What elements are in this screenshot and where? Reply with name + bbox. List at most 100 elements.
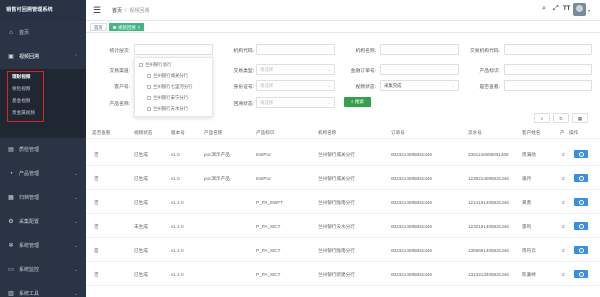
submenu-item-wealth-video[interactable]: 理财视频 <box>12 74 30 80</box>
sidebar: 销售可回溯管理系统 ⌂ 首页 ▣ 视频回溯 ⌃ 理财视频 保险视频 基金视频 贵… <box>0 0 86 297</box>
id-type-label: 身份证号: <box>233 85 254 90</box>
chevron-down-icon: ⌄ <box>73 195 78 201</box>
product-code-label: 产品标识: <box>479 69 500 74</box>
view-button[interactable] <box>574 270 588 278</box>
trade-type-select[interactable]: 请选择 ⌄ <box>256 64 335 75</box>
column-header: 版本号 <box>171 130 185 135</box>
sidebar-item-video[interactable]: ▣ 视频回溯 ⌃ <box>0 45 86 69</box>
sidebar-item-label: 采集配置 <box>19 219 40 225</box>
table-cell: 已生成 <box>134 200 148 205</box>
search-button-label: 搜索 <box>354 99 365 104</box>
checkbox-icon[interactable] <box>147 84 151 89</box>
sidebar-item-archive[interactable]: ▦ 归档管理 ⌄ <box>0 186 86 210</box>
order-no-input[interactable] <box>380 64 459 75</box>
breadcrumb-current: 视频回溯 <box>129 8 150 14</box>
submenu-item-fund-video[interactable]: 基金视频 <box>12 98 30 104</box>
top-navbar: ☰ 首页 / 视频回溯 ⌕ ⤢ TT ▾ <box>86 0 600 21</box>
product-code-input[interactable] <box>504 64 592 75</box>
submenu-item-insurance-video[interactable]: 保险视频 <box>12 86 30 92</box>
view-button[interactable] <box>574 198 588 206</box>
avatar[interactable] <box>573 3 586 16</box>
breadcrumb-separator: / <box>125 8 127 14</box>
sidebar-item-product[interactable]: ◔ 产品管理 ⌄ <box>0 162 86 186</box>
config-icon: ⚙ <box>8 219 14 225</box>
checkbox-icon[interactable] <box>147 95 151 100</box>
dropdown-item[interactable]: 兰州银行七里河分行 <box>147 84 193 90</box>
sidebar-item-system[interactable]: ✲ 系统管理 ⌄ <box>0 234 86 258</box>
dropdown-item[interactable]: 兰州银行天水分行 <box>147 106 188 112</box>
dropdown-item-label: 兰州银行安宁分行 <box>153 95 189 100</box>
table-cell: 2 <box>562 272 565 277</box>
checkbox-icon[interactable] <box>147 106 151 111</box>
trace-status-label: 回溯状态: <box>233 102 254 107</box>
client-no-label: 客户号: <box>114 85 130 90</box>
main-content: ☰ 首页 / 视频回溯 ⌕ ⤢ TT ▾ 首页 视频回溯 × 统计层次: 机构代码: … <box>86 0 600 297</box>
sidebar-item-tools[interactable]: ▥ 系统工具 ⌄ <box>0 282 86 297</box>
breadcrumb: 首页 / 视频回溯 <box>112 7 149 14</box>
refresh-button[interactable]: ↻ <box>553 113 569 123</box>
row-divider <box>86 213 600 214</box>
table-cell: P_PA_EWFT <box>256 200 283 205</box>
tag-video-trace[interactable]: 视频回溯 × <box>109 23 145 31</box>
review-label: 是否查看: <box>479 85 500 90</box>
dropdown-item-label: 兰州银行天水分行 <box>153 106 189 111</box>
table-cell: 雷鸣 <box>522 224 532 229</box>
dropdown-item-label: 兰州银行总行 <box>145 62 172 67</box>
view-button[interactable] <box>574 222 588 230</box>
row-divider <box>86 165 600 166</box>
fullscreen-icon[interactable]: ⤢ <box>553 5 559 13</box>
view-button[interactable] <box>574 174 588 182</box>
org-name-input[interactable] <box>380 44 459 55</box>
view-button[interactable] <box>574 246 588 254</box>
search-icon[interactable]: ⌕ <box>542 5 546 13</box>
close-icon[interactable]: × <box>138 25 141 30</box>
tag-home[interactable]: 首页 <box>90 23 107 31</box>
video-status-select[interactable]: 采集完成 ⌄ <box>380 80 459 91</box>
select-placeholder: 请选择 <box>260 100 274 105</box>
chevron-down-icon: ⌄ <box>73 291 78 297</box>
caret-down-icon[interactable]: ▾ <box>588 8 590 13</box>
table-cell: 周符云 <box>522 248 536 253</box>
checkbox-icon[interactable] <box>147 73 151 78</box>
trace-status-select[interactable]: 请选择 ⌄ <box>256 97 335 108</box>
table-cell: 否 <box>94 152 99 157</box>
checkbox-icon[interactable] <box>139 62 143 67</box>
column-header: 机构名称 <box>318 130 337 135</box>
search-button[interactable]: ⌕ 搜索 <box>344 97 371 107</box>
table-cell: 0023214085831346 <box>391 272 432 277</box>
dropdown-item-label: 兰州银行城关分行 <box>153 73 189 78</box>
submenu-item-metal-video[interactable]: 贵金属视频 <box>12 110 35 116</box>
table-cell: 0023214085831346 <box>391 248 432 253</box>
sidebar-item-quality[interactable]: ▤ 质检管理 <box>0 138 86 162</box>
table-cell: 已生成 <box>134 152 148 157</box>
org-code-input[interactable] <box>256 44 335 55</box>
column-header: 产品标识 <box>256 130 275 135</box>
sidebar-item-monitor[interactable]: ▭ 系统监控 ⌄ <box>0 258 86 282</box>
video-submenu: 理财视频 保险视频 基金视频 贵金属视频 <box>0 69 86 138</box>
dropdown-item-label: 兰州银行七里河分行 <box>153 84 193 89</box>
columns-button[interactable]: ▦ <box>572 113 588 123</box>
sidebar-item-home[interactable]: ⌂ 首页 <box>0 21 86 45</box>
stats-org-select[interactable] <box>134 44 213 55</box>
id-type-select[interactable]: 请选择 ⌄ <box>256 80 335 91</box>
dropdown-item[interactable]: 兰州银行城关分行 <box>147 73 188 79</box>
table-cell: 是 <box>94 248 99 253</box>
dropdown-item[interactable]: 兰州银行总行 <box>139 62 171 68</box>
table-cell: P_PA_SICT <box>256 272 281 277</box>
table-cell: v1.0 <box>171 176 180 181</box>
breadcrumb-home[interactable]: 首页 <box>112 8 122 14</box>
trade-org-code-input[interactable] <box>504 44 592 55</box>
sidebar-item-label: 质检管理 <box>19 147 40 153</box>
app-root: 销售可回溯管理系统 ⌂ 首页 ▣ 视频回溯 ⌃ 理财视频 保险视频 基金视频 贵… <box>0 0 600 297</box>
table-cell: 兰州银行陇南分行 <box>318 248 355 253</box>
view-button[interactable] <box>574 150 588 158</box>
table-cell: 0023214085831346 <box>391 224 432 229</box>
toggle-search-button[interactable]: ⌕ <box>534 113 550 123</box>
hamburger-icon[interactable]: ☰ <box>93 5 101 15</box>
review-select[interactable] <box>504 80 592 91</box>
row-divider <box>86 237 600 238</box>
table-cell: 否 <box>94 272 99 277</box>
sidebar-item-collect[interactable]: ⚙ 采集配置 ⌄ <box>0 210 86 234</box>
font-size-icon[interactable]: TT <box>563 6 570 12</box>
dropdown-item[interactable]: 兰州银行安宁分行 <box>147 95 188 101</box>
